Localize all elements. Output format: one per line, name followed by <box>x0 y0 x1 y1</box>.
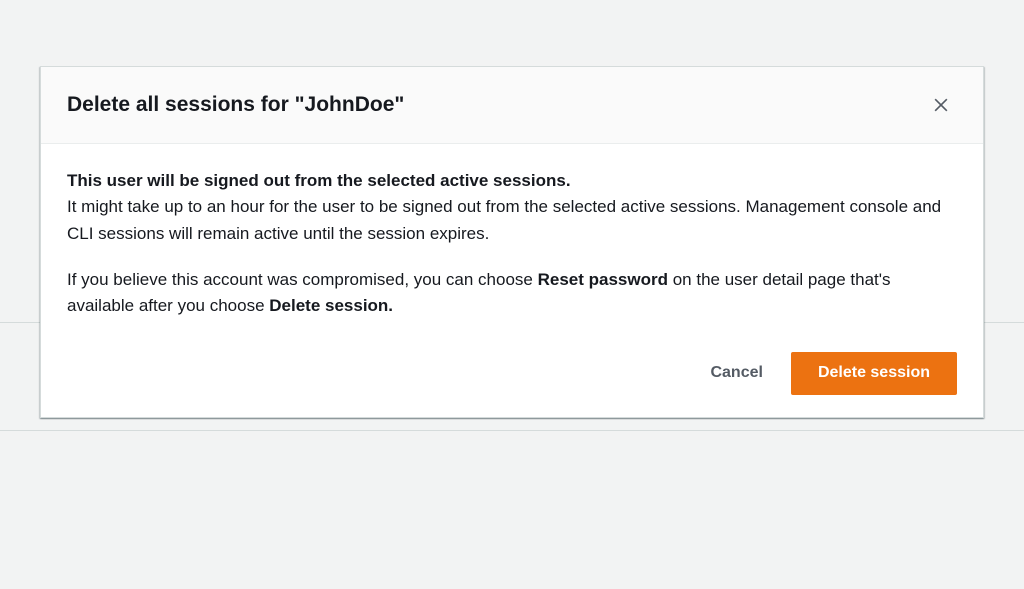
compromise-text-before: If you believe this account was compromi… <box>67 270 538 289</box>
background-divider <box>0 430 1024 431</box>
modal-header: Delete all sessions for "JohnDoe" <box>41 67 983 144</box>
signout-warning-text: It might take up to an hour for the user… <box>67 197 941 242</box>
modal-footer: Cancel Delete session <box>41 338 983 417</box>
close-icon <box>931 95 951 115</box>
modal-paragraph-1: This user will be signed out from the se… <box>67 168 957 247</box>
signout-warning-bold: This user will be signed out from the se… <box>67 171 571 190</box>
delete-session-bold: Delete session. <box>269 296 393 315</box>
reset-password-bold: Reset password <box>538 270 668 289</box>
cancel-button[interactable]: Cancel <box>694 353 778 394</box>
delete-session-button[interactable]: Delete session <box>791 352 957 395</box>
delete-sessions-modal: Delete all sessions for "JohnDoe" This u… <box>40 66 984 418</box>
close-button[interactable] <box>925 89 957 121</box>
modal-paragraph-2: If you believe this account was compromi… <box>67 267 957 320</box>
modal-title: Delete all sessions for "JohnDoe" <box>67 91 404 118</box>
modal-body: This user will be signed out from the se… <box>41 144 983 338</box>
